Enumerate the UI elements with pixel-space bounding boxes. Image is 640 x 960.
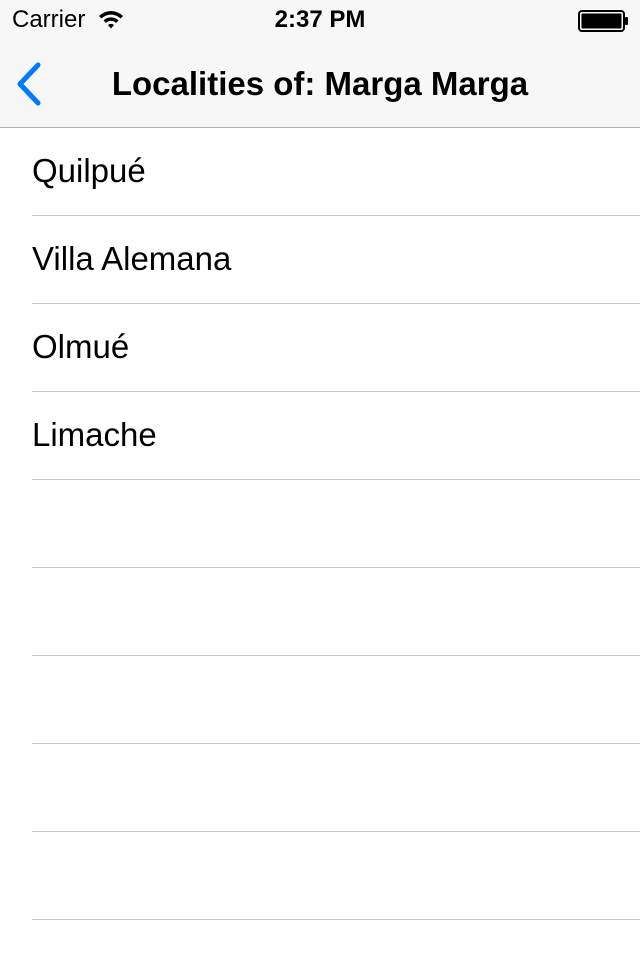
- row-label: Villa Alemana: [32, 240, 232, 277]
- table-row[interactable]: Limache: [0, 392, 640, 480]
- empty-table-row: [0, 832, 640, 920]
- localities-table: Quilpué Villa Alemana Olmué Limache: [0, 128, 640, 960]
- navigation-bar: Localities of: Marga Marga: [0, 40, 640, 128]
- empty-table-row: [0, 568, 640, 656]
- empty-table-row: [0, 920, 640, 960]
- page-title: Localities of: Marga Marga: [111, 65, 529, 102]
- empty-table-row: [0, 744, 640, 832]
- table-row[interactable]: Villa Alemana: [0, 216, 640, 304]
- table-row[interactable]: Olmué: [0, 304, 640, 392]
- row-label: Olmué: [32, 328, 130, 365]
- table-row[interactable]: Quilpué: [0, 128, 640, 216]
- row-label: Limache: [32, 416, 157, 453]
- empty-table-row: [0, 480, 640, 568]
- top-bar: Carrier 2:37 PM Localities of: Marga Mar…: [0, 0, 640, 128]
- status-time: 2:37 PM: [274, 6, 366, 33]
- status-bar: Carrier 2:37 PM: [0, 0, 640, 40]
- empty-table-row: [0, 656, 640, 744]
- row-label: Quilpué: [32, 152, 146, 189]
- battery-icon: [578, 10, 630, 32]
